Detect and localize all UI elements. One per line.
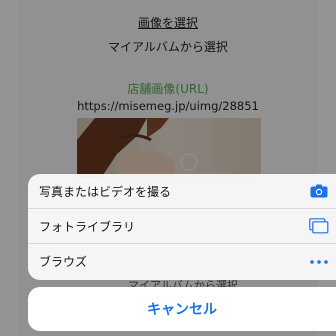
camera-icon: [308, 182, 330, 200]
modal-overlay[interactable]: [0, 0, 336, 336]
action-sheet: 写真またはビデオを撮る フォトライブラリ ブラウズ: [28, 174, 336, 280]
cancel-button[interactable]: キャンセル: [28, 287, 336, 331]
option-label: フォトライブラリ: [39, 219, 136, 234]
option-label: 写真またはビデオを撮る: [39, 184, 172, 199]
more-icon: [308, 253, 330, 271]
browse-option[interactable]: ブラウズ: [28, 244, 336, 279]
take-photo-option[interactable]: 写真またはビデオを撮る: [28, 174, 336, 209]
cancel-label: キャンセル: [147, 302, 217, 318]
photo-library-option[interactable]: フォトライブラリ: [28, 209, 336, 244]
option-label: ブラウズ: [39, 255, 88, 269]
photo-library-icon: [308, 217, 330, 235]
